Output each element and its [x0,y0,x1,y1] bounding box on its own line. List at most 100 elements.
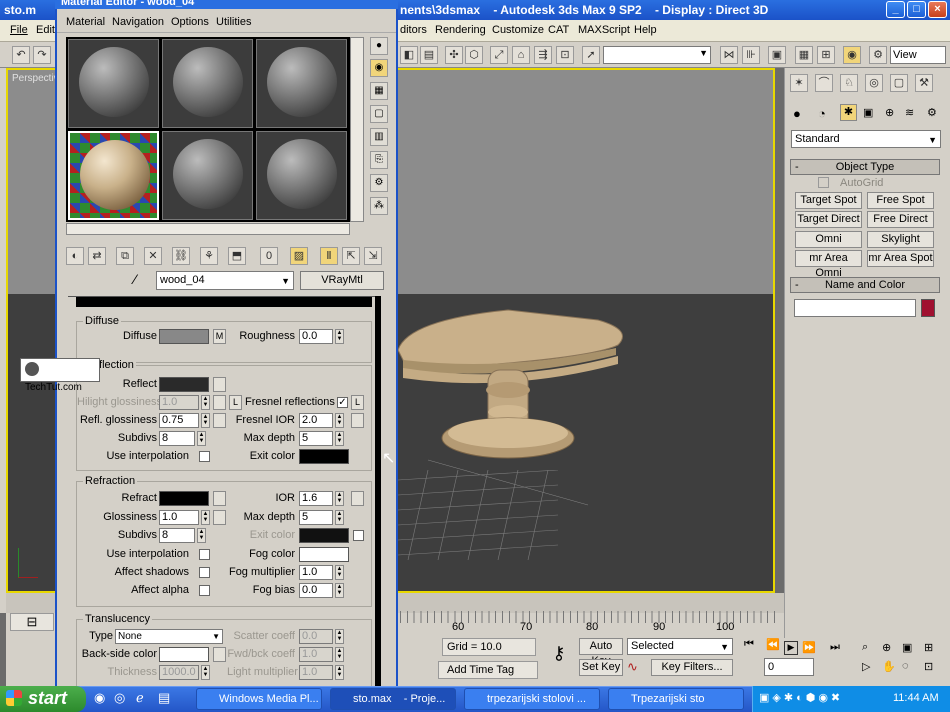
frame-input[interactable]: 0 [764,658,814,676]
refr-glossiness-spinner[interactable]: ▲ ▼ [201,510,210,525]
redo-icon[interactable]: ↷ [33,46,51,64]
refr-exit-color-checkbox[interactable] [353,530,364,541]
assign-material-icon[interactable]: ⧉ [116,247,134,265]
fresnel-lock-button[interactable]: L [351,395,364,410]
material-id-icon[interactable]: 0 [260,247,278,265]
target-direct-button[interactable]: Target Direct [795,211,862,228]
background-checker-icon[interactable]: ▦ [370,82,388,100]
object-color-swatch[interactable] [921,299,935,317]
key-tangent-icon[interactable]: ∿ [627,659,647,676]
menu-edit[interactable]: Edit [36,24,55,36]
task-sto-max[interactable]: sto.max - Proje... [330,688,456,710]
name-color-rollout[interactable]: - Name and Color [790,277,940,293]
play-icon[interactable]: ▶ [784,641,798,655]
pick-material-icon[interactable]: ⁄ [134,271,136,287]
fog-bias-spinner[interactable]: ▲ ▼ [335,583,344,598]
target-spot-button[interactable]: Target Spot [795,192,862,209]
toolbar-tool-2-icon[interactable]: ▤ [420,46,438,64]
view-dropdown[interactable]: View [890,46,946,64]
fresnel-ior-spinner[interactable]: ▲ ▼ [335,413,344,428]
make-unique-icon[interactable]: ⚘ [200,247,218,265]
desktop-icon[interactable]: ▤ [158,690,170,706]
fwd-bck-coeff-input[interactable]: 1.0 [299,647,333,662]
create-tab-icon[interactable]: ✶ [790,74,808,92]
refl-use-interpolation-checkbox[interactable] [199,451,210,462]
refract-map-button[interactable] [213,491,226,506]
menu-help[interactable]: Help [634,24,657,36]
refr-glossiness-input[interactable]: 1.0 [159,510,199,525]
shapes-icon[interactable]: ◔ [818,106,826,121]
select-by-material-icon[interactable]: ⁂ [370,197,388,215]
timeline-icon[interactable]: ⊟ [10,613,54,631]
show-in-viewport-icon[interactable]: ▨ [290,247,308,265]
tray-icons[interactable]: ▣◈✱◐⬢◉✖ [759,691,843,704]
task-trpezarijski-sto[interactable]: Trpezarijski sto [608,688,744,710]
fwd-bck-coeff-spinner[interactable]: ▲ ▼ [335,647,344,662]
put-to-library-icon[interactable]: ⬒ [228,247,246,265]
mr-area-omni-button[interactable]: mr Area Omni [795,250,862,279]
pan-icon[interactable]: ✋ [882,660,896,673]
zoom-icon[interactable]: ⌕ [862,641,868,654]
omni-button[interactable]: Omni [795,231,862,248]
layer-icon[interactable]: ▣ [768,46,786,64]
fresnel-ior-input[interactable]: 2.0 [299,413,333,428]
refl-glossiness-input[interactable]: 0.75 [159,413,199,428]
maximize-viewport-icon[interactable]: ⊡ [924,660,933,673]
sample-slot[interactable] [256,131,347,220]
reflect-color-swatch[interactable] [159,377,209,392]
lights-icon[interactable]: ✱ [840,104,857,121]
zoom-extents-all-icon[interactable]: ⊞ [924,641,933,654]
motion-tab-icon[interactable]: ◎ [865,74,883,92]
toolbar-tool-4-icon[interactable]: ⬡ [465,46,483,64]
refr-use-interpolation-checkbox[interactable] [199,549,210,560]
backlight-icon[interactable]: ◉ [370,59,388,77]
menu-rendering[interactable]: Rendering [435,24,486,36]
hierarchy-tab-icon[interactable]: ♘ [840,74,858,92]
curve-editor-icon[interactable]: ▦ [795,46,813,64]
material-type-button[interactable]: VRayMtl [300,271,384,290]
minimize-button[interactable]: _ [886,1,905,18]
uv-tiling-icon[interactable]: ▢ [370,105,388,123]
toolbar-tool-8-icon[interactable]: ⊡ [556,46,574,64]
toolbar-tool-1-icon[interactable]: ◧ [400,46,418,64]
go-forward-icon[interactable]: ⇲ [364,247,382,265]
close-button[interactable]: × [928,1,947,18]
key-mode-dropdown[interactable]: Selected ▼ [627,638,733,655]
fog-multiplier-input[interactable]: 1.0 [299,565,333,580]
object-name-input[interactable] [794,299,916,317]
sample-slot-wood[interactable] [68,131,159,220]
fog-color-swatch[interactable] [299,547,349,562]
fog-multiplier-spinner[interactable]: ▲ ▼ [335,565,344,580]
utilities-tab-icon[interactable]: ⚒ [915,74,933,92]
affect-alpha-checkbox[interactable] [199,585,210,596]
refr-max-depth-input[interactable]: 5 [299,510,333,525]
backside-map-button[interactable] [213,647,226,662]
refl-max-depth-spinner[interactable]: ▲ ▼ [335,431,344,446]
prev-frame-icon[interactable]: ⏪ [766,638,780,651]
systems-icon[interactable]: ⚙ [927,106,937,119]
parameters-scrollbar[interactable] [375,296,381,690]
menu-utilities[interactable]: Utilities [216,16,251,28]
sample-slot[interactable] [68,39,159,128]
diffuse-color-swatch[interactable] [159,329,209,344]
light-multiplier-spinner[interactable]: ▲ ▼ [335,665,344,680]
toolbar-tool-3-icon[interactable]: ✣ [445,46,463,64]
fog-bias-input[interactable]: 0.0 [299,583,333,598]
viewport-label[interactable]: Perspectiv [12,73,59,84]
mirror-icon[interactable]: ⋈ [720,46,738,64]
refract-color-swatch[interactable] [159,491,209,506]
zoom-extents-icon[interactable]: ▣ [902,641,912,654]
hilight-glossiness-spinner[interactable]: ▲ ▼ [201,395,210,410]
reset-map-icon[interactable]: ✕ [144,247,162,265]
refl-exit-color-swatch[interactable] [299,449,349,464]
video-check-icon[interactable]: ▥ [370,128,388,146]
schematic-icon[interactable]: ⊞ [817,46,835,64]
menu-customize[interactable]: Customize [492,24,544,36]
thickness-input[interactable]: 1000.0 [159,665,199,680]
start-button[interactable]: start [0,686,86,712]
add-time-tag-button[interactable]: Add Time Tag [438,661,538,679]
ior-spinner[interactable]: ▲ ▼ [335,491,344,506]
roughness-input[interactable]: 0.0 [299,329,333,344]
ior-map-button[interactable] [351,491,364,506]
affect-shadows-checkbox[interactable] [199,567,210,578]
